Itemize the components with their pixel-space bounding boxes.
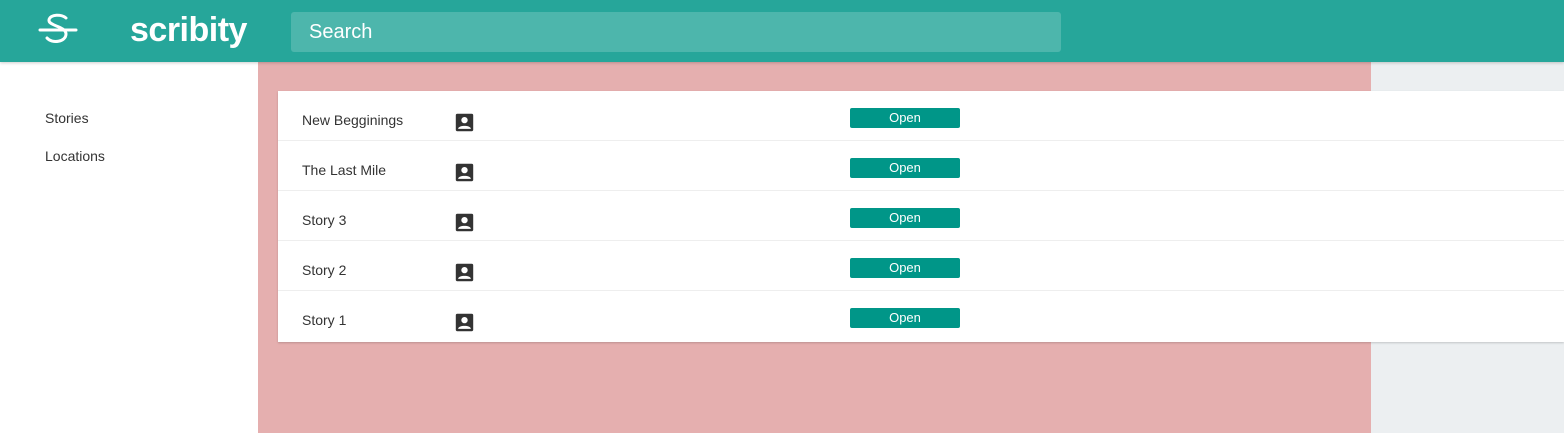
account-box-icon[interactable] — [455, 313, 474, 332]
open-button[interactable]: Open — [850, 208, 960, 228]
sidebar-item-stories[interactable]: Stories — [45, 110, 89, 126]
list-item: Story 1 Open — [278, 291, 1564, 341]
list-item: Story 3 Open — [278, 191, 1564, 241]
sidebar-item-locations[interactable]: Locations — [45, 148, 105, 164]
story-title: Story 3 — [302, 212, 347, 228]
scribity-logo-icon[interactable] — [36, 8, 80, 52]
open-button[interactable]: Open — [850, 108, 960, 128]
story-title: New Begginings — [302, 112, 404, 128]
list-item: The Last Mile Open — [278, 141, 1564, 191]
account-box-icon[interactable] — [455, 113, 474, 132]
story-list: New Begginings Open The Last Mile Open S… — [278, 91, 1564, 342]
app-title[interactable]: scribity — [130, 10, 247, 50]
open-button[interactable]: Open — [850, 258, 960, 278]
account-box-icon[interactable] — [455, 163, 474, 182]
story-title: Story 2 — [302, 262, 347, 278]
list-item: Story 2 Open — [278, 241, 1564, 291]
sidebar: Stories Locations — [0, 62, 258, 433]
open-button[interactable]: Open — [850, 158, 960, 178]
search-input[interactable] — [291, 12, 1061, 52]
story-title: Story 1 — [302, 312, 347, 328]
open-button[interactable]: Open — [850, 308, 960, 328]
account-box-icon[interactable] — [455, 263, 474, 282]
story-title: The Last Mile — [302, 162, 387, 178]
list-item: New Begginings Open — [278, 91, 1564, 141]
top-app-bar: scribity — [0, 0, 1564, 62]
account-box-icon[interactable] — [455, 213, 474, 232]
